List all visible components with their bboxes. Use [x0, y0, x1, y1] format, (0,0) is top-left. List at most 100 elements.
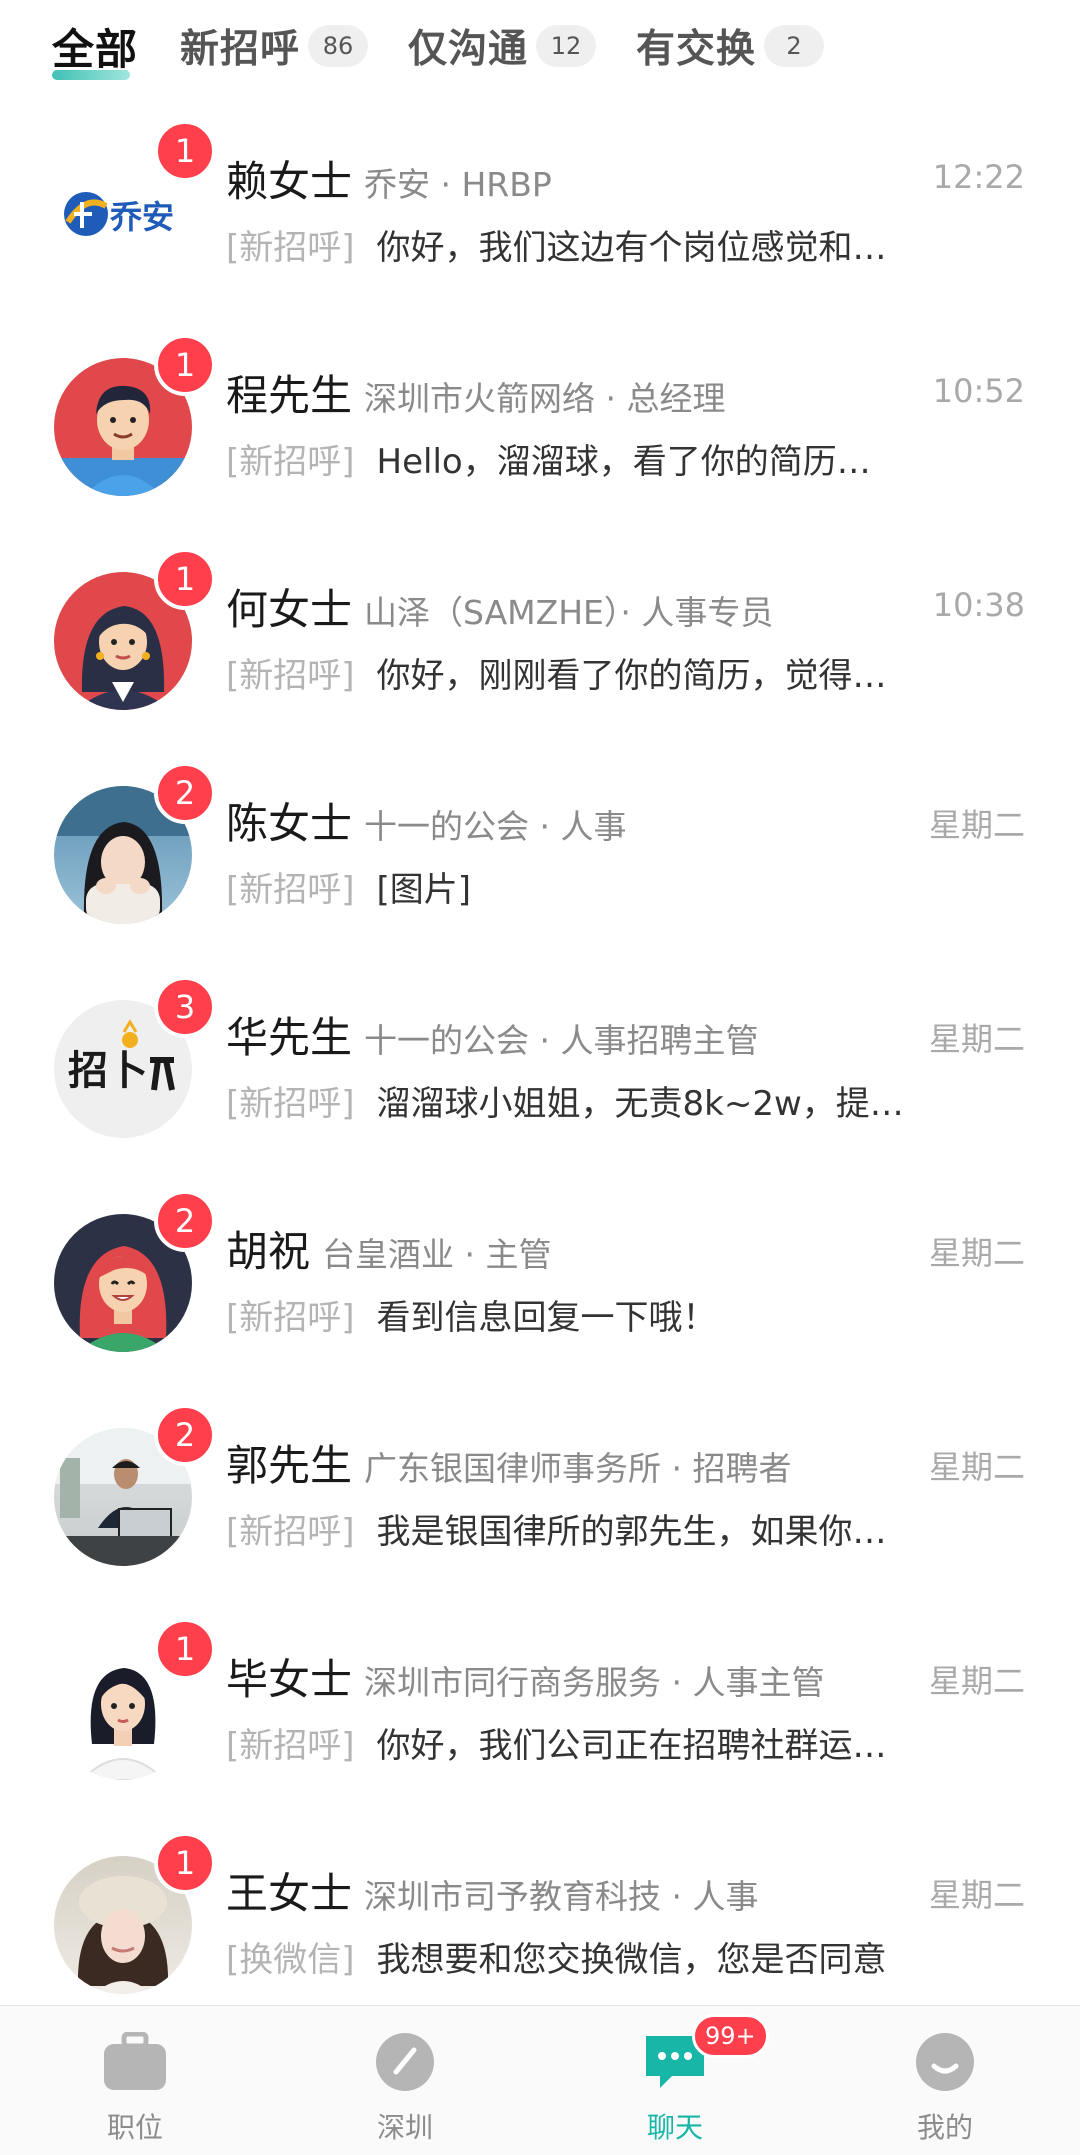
message-preview: 我是银国律所的郭先生，如果你…: [376, 1512, 887, 1552]
message-preview: 你好，刚刚看了你的简历，觉得…: [376, 656, 887, 696]
message-preview: 我想要和您交换微信，您是否同意: [376, 1940, 887, 1980]
message-preview: 你好，我们公司正在招聘社群运…: [376, 1726, 887, 1766]
nav-jobs[interactable]: 职位: [60, 2024, 210, 2144]
contact-company: 深圳市火箭网络 · 总经理: [364, 379, 726, 418]
briefcase-icon: [102, 2031, 168, 2092]
bottom-nav: 职位 深圳 99+ 聊天 我的: [0, 2005, 1080, 2155]
tab-only-chatted[interactable]: 仅沟通 12: [408, 18, 597, 74]
tab-new-greetings[interactable]: 新招呼 86: [180, 18, 369, 74]
chat-row-hu[interactable]: 2 胡祝 台皇酒业 · 主管 星期二 [新招呼] 看到信息回复一下哦！: [0, 1170, 1080, 1384]
chat-row-he[interactable]: 1 何女士 山泽（SAMZHE）· 人事专员 10:38 [新招呼] 你好，刚刚…: [0, 528, 1080, 742]
message-time: 12:22: [932, 158, 1025, 196]
message-tag: [新招呼]: [226, 870, 355, 910]
nav-chat[interactable]: 99+ 聊天: [600, 2014, 769, 2144]
nav-unread-badge: 99+: [692, 2014, 769, 2058]
unread-badge: 1: [154, 548, 216, 610]
message-preview: 溜溜球小姐姐，无责8k~2w，提…: [376, 1084, 904, 1124]
message-time: 10:38: [932, 586, 1025, 624]
message-preview: 看到信息回复一下哦！: [376, 1298, 717, 1338]
message-line: [新招呼] 看到信息回复一下哦！: [226, 1290, 1026, 1340]
chat-row-guo[interactable]: 2 郭先生 广东银国律师事务所 · 招聘者 星期二 [新招呼] 我是银国律所的郭…: [0, 1384, 1080, 1598]
tab-label: 新招呼: [180, 27, 301, 72]
unread-badge: 1: [154, 120, 216, 182]
contact-name: 胡祝: [226, 1227, 311, 1276]
unread-badge: 1: [154, 1618, 216, 1680]
message-tag: [新招呼]: [226, 442, 355, 482]
name-line: 何女士 山泽（SAMZHE）· 人事专员: [226, 576, 1026, 634]
message-line: [新招呼] 你好，刚刚看了你的简历，觉得…: [226, 648, 1026, 698]
contact-company: 十一的公会 · 人事招聘主管: [364, 1021, 759, 1060]
unread-badge: 2: [154, 762, 216, 824]
nav-label: 职位: [106, 2111, 163, 2144]
chat-row-chen[interactable]: 2 陈女士 十一的公会 · 人事 星期二 [新招呼] [图片]: [0, 742, 1080, 956]
chat-row-lai[interactable]: 乔安 1 赖女士 乔安 · HRBP 12:22 [新招呼] 你好，我们这边有个…: [0, 100, 1080, 314]
nav-label: 深圳: [376, 2111, 433, 2144]
message-time: 星期二: [928, 806, 1025, 844]
message-tag: [新招呼]: [226, 228, 355, 268]
nav-label: 我的: [916, 2111, 973, 2144]
message-time: 星期二: [928, 1234, 1025, 1272]
logo-text: 乔安: [110, 198, 174, 236]
message-preview: [图片]: [376, 870, 472, 910]
contact-name: 华先生: [226, 1013, 353, 1062]
tab-count-badge: 12: [536, 25, 597, 67]
chat-row-cheng[interactable]: 1 程先生 深圳市火箭网络 · 总经理 10:52 [新招呼] Hello，溜溜…: [0, 314, 1080, 528]
message-line: [新招呼] 溜溜球小姐姐，无责8k~2w，提…: [226, 1076, 1026, 1126]
unread-badge: 3: [154, 976, 216, 1038]
message-time: 星期二: [928, 1662, 1025, 1700]
contact-company: 乔安 · HRBP: [364, 165, 552, 204]
tab-exchanged[interactable]: 有交换 2: [636, 18, 825, 74]
name-line: 王女士 深圳市司予教育科技 · 人事: [226, 1860, 1026, 1918]
message-line: [换微信] 我想要和您交换微信，您是否同意: [226, 1932, 1026, 1982]
message-line: [新招呼] [图片]: [226, 862, 1026, 912]
contact-name: 毕女士: [226, 1655, 353, 1704]
contact-company: 山泽（SAMZHE）· 人事专员: [364, 593, 774, 632]
chat-row-wang[interactable]: 1 王女士 深圳市司予教育科技 · 人事 星期二 [换微信] 我想要和您交换微信…: [0, 1812, 1080, 2026]
contact-company: 广东银国律师事务所 · 招聘者: [364, 1449, 792, 1488]
name-line: 陈女士 十一的公会 · 人事: [226, 790, 1026, 848]
unread-badge: 2: [154, 1190, 216, 1252]
name-line: 程先生 深圳市火箭网络 · 总经理: [226, 362, 1026, 420]
message-tag: [新招呼]: [226, 1726, 355, 1766]
chat-row-hua[interactable]: 招卜 3 华先生 十一的公会 · 人事招聘主管 星期二 [新招呼] 溜溜球小姐姐…: [0, 956, 1080, 1170]
tab-count-badge: 86: [308, 25, 369, 67]
message-line: [新招呼] 你好，我们这边有个岗位感觉和…: [226, 220, 1026, 270]
tab-label: 有交换: [636, 27, 757, 72]
message-preview: 你好，我们这边有个岗位感觉和…: [376, 228, 887, 268]
message-line: [新招呼] Hello，溜溜球，看了你的简历…: [226, 434, 1026, 484]
tab-label: 全部: [52, 24, 139, 74]
message-time: 星期二: [928, 1448, 1025, 1486]
message-line: [新招呼] 我是银国律所的郭先生，如果你…: [226, 1504, 1026, 1554]
message-time: 星期二: [928, 1876, 1025, 1914]
name-line: 郭先生 广东银国律师事务所 · 招聘者: [226, 1432, 1026, 1490]
unread-badge: 1: [154, 1832, 216, 1894]
message-tag: [新招呼]: [226, 656, 355, 696]
contact-name: 王女士: [226, 1869, 353, 1918]
tab-count-badge: 2: [764, 25, 825, 67]
contact-company: 深圳市司予教育科技 · 人事: [364, 1877, 759, 1916]
message-tag: [新招呼]: [226, 1084, 355, 1124]
compass-icon: [372, 2032, 438, 2092]
name-line: 赖女士 乔安 · HRBP: [226, 148, 1026, 206]
message-tag: [新招呼]: [226, 1512, 355, 1552]
nav-city[interactable]: 深圳: [330, 2024, 480, 2144]
unread-badge: 2: [154, 1404, 216, 1466]
contact-name: 陈女士: [226, 799, 353, 848]
name-line: 胡祝 台皇酒业 · 主管: [226, 1218, 1026, 1276]
chat-row-bi[interactable]: 1 毕女士 深圳市同行商务服务 · 人事主管 星期二 [新招呼] 你好，我们公司…: [0, 1598, 1080, 1812]
contact-company: 十一的公会 · 人事: [364, 807, 627, 846]
unread-badge: 1: [154, 334, 216, 396]
contact-name: 郭先生: [226, 1441, 353, 1490]
message-tag: [换微信]: [226, 1940, 355, 1980]
active-tab-indicator: [52, 70, 130, 80]
message-time: 10:52: [932, 372, 1025, 410]
nav-profile[interactable]: 我的: [870, 2024, 1020, 2144]
contact-company: 深圳市同行商务服务 · 人事主管: [364, 1663, 825, 1702]
contact-name: 何女士: [226, 585, 353, 634]
tab-all[interactable]: 全部: [52, 18, 139, 80]
message-tag: [新招呼]: [226, 1298, 355, 1338]
smile-icon: [912, 2032, 978, 2092]
message-line: [新招呼] 你好，我们公司正在招聘社群运…: [226, 1718, 1026, 1768]
contact-company: 台皇酒业 · 主管: [322, 1235, 552, 1274]
chat-filter-tabs: 全部 新招呼 86 仅沟通 12 有交换 2: [0, 0, 1080, 100]
